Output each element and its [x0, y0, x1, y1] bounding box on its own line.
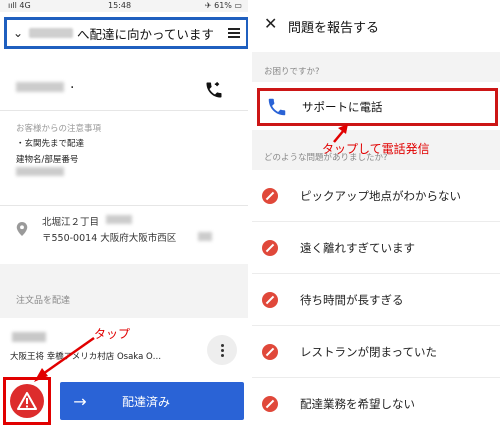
- annotation-arrow: [34, 336, 95, 382]
- customer-note-value: ・玄関先まで配達: [16, 139, 85, 149]
- arrow-right-icon: →: [73, 391, 87, 411]
- call-support-label: サポートに電話: [302, 100, 383, 114]
- issue-item-too-far[interactable]: 遠く離れすぎています: [252, 222, 500, 274]
- page-title: 問題を報告する: [288, 21, 380, 36]
- divider: [0, 110, 248, 111]
- order-section-band: [0, 264, 248, 318]
- no-icon: [262, 291, 278, 308]
- report-problem-screen: ✕ 問題を報告する お困りですか? サポートに電話 どのような問題がありましたか…: [252, 0, 500, 428]
- name-period: .: [70, 76, 75, 92]
- mark-delivered-label: 配達済み: [122, 394, 171, 409]
- call-support-button[interactable]: サポートに電話: [257, 88, 498, 126]
- help-section-label: お困りですか?: [264, 67, 320, 77]
- issue-label: 待ち時間が長すぎる: [300, 292, 404, 307]
- mark-delivered-button[interactable]: → 配達済み: [60, 382, 244, 420]
- customer-note-label: お客様からの注意事項: [16, 124, 102, 134]
- address-blurred: [106, 215, 132, 224]
- delivery-status-text: へ配達に向かっています: [77, 26, 214, 42]
- issue-label: 遠く離れすぎています: [300, 240, 415, 255]
- report-header: ✕ 問題を報告する: [252, 0, 500, 52]
- issue-item-pickup-location[interactable]: ピックアップ地点がわからない: [252, 170, 500, 222]
- issue-label: 配達業務を希望しない: [300, 396, 415, 411]
- issue-item-wait-too-long[interactable]: 待ち時間が長すぎる: [252, 274, 500, 326]
- chevron-down-icon: ⌄: [12, 26, 24, 40]
- no-icon: [262, 239, 278, 256]
- delivery-address: 北堀江２丁目 〒550-0014 大阪府大阪市西区: [0, 206, 248, 264]
- issue-item-decline-delivery[interactable]: 配達業務を希望しない: [252, 378, 500, 428]
- phone-icon: [268, 98, 286, 116]
- delivery-screen: ııll 4G 15:48 ✈ 61% ▭ ⌄ へ配達に向かっています . お客…: [0, 0, 248, 428]
- help-section-header: お困りですか?: [252, 52, 500, 82]
- address-blurred: [198, 232, 212, 241]
- status-bar: ııll 4G 15:48 ✈ 61% ▭: [0, 0, 248, 12]
- no-icon: [262, 343, 278, 360]
- customer-name-blurred: [16, 82, 64, 92]
- report-problem-button[interactable]: [10, 384, 44, 418]
- address-line-1: 北堀江２丁目: [42, 217, 100, 228]
- issue-label: レストランが閉まっていた: [300, 344, 437, 359]
- no-icon: [262, 187, 278, 204]
- no-icon: [262, 395, 278, 412]
- building-value-blurred: [16, 167, 64, 176]
- delivery-status-header[interactable]: ⌄ へ配達に向かっています: [4, 17, 248, 49]
- building-label: 建物名/部屋番号: [16, 155, 79, 165]
- address-line-2: 〒550-0014 大阪府大阪市西区: [42, 233, 177, 244]
- location-pin-icon: [16, 222, 28, 236]
- customer-name-blurred: [29, 28, 73, 38]
- list-icon[interactable]: [228, 28, 240, 38]
- issue-label: ピックアップ地点がわからない: [300, 188, 461, 203]
- signal-indicator: ııll 4G: [8, 1, 31, 10]
- close-icon[interactable]: ✕: [264, 14, 277, 33]
- issue-item-restaurant-closed[interactable]: レストランが閉まっていた: [252, 326, 500, 378]
- warning-icon: [17, 392, 37, 410]
- report-problem-highlight: [3, 377, 51, 425]
- annotation-arrow: [333, 124, 348, 143]
- more-options-icon[interactable]: [207, 335, 237, 365]
- battery-indicator: ✈ 61% ▭: [204, 1, 242, 10]
- phone-icon[interactable]: [204, 80, 224, 100]
- clock: 15:48: [108, 1, 132, 10]
- order-section-label: 注文品を配達: [16, 296, 71, 306]
